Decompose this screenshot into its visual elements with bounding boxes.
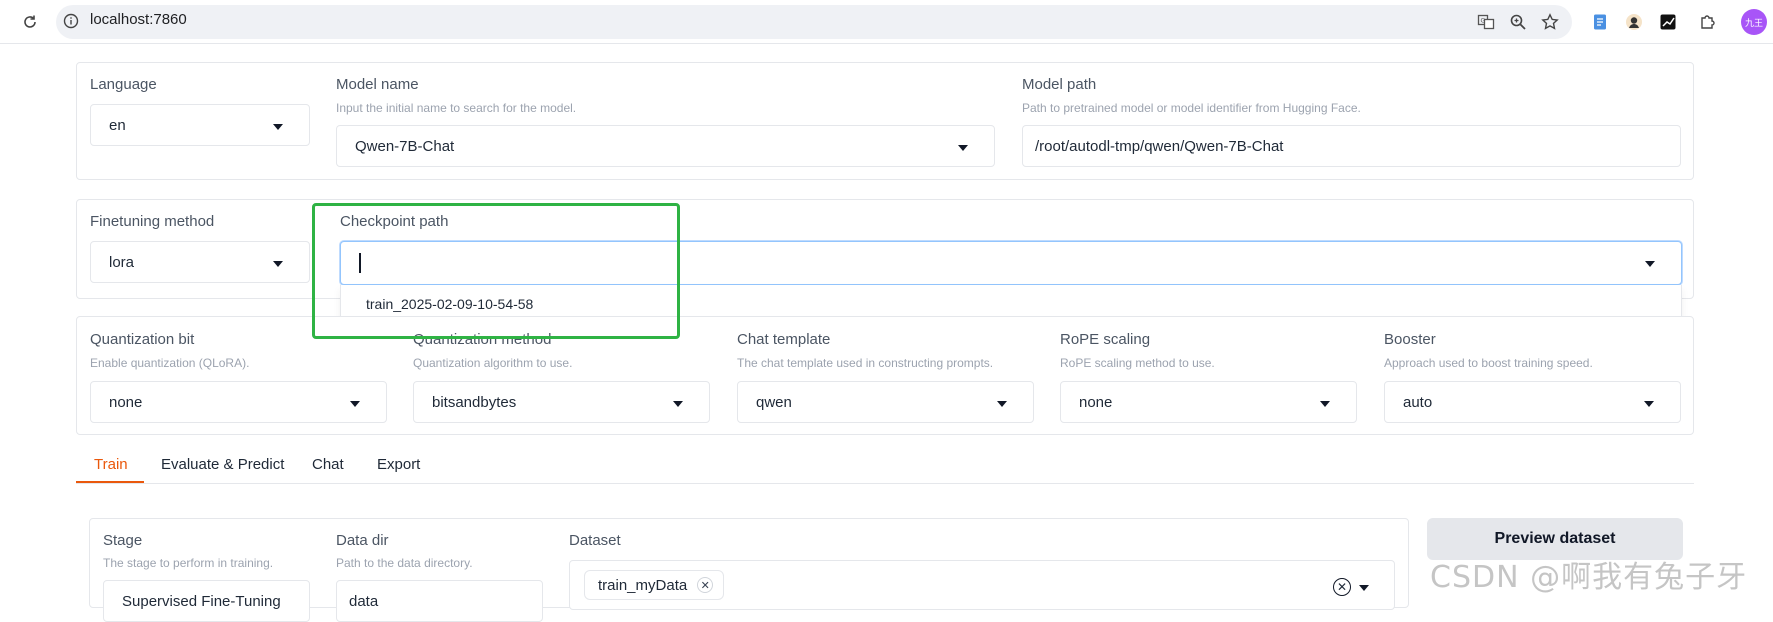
checkpoint-path-label: Checkpoint path <box>340 213 449 230</box>
checkpoint-path-input[interactable] <box>340 241 1682 285</box>
profile-avatar[interactable]: 九王 <box>1741 9 1767 35</box>
active-tab-indicator <box>76 481 144 483</box>
chevron-down-icon[interactable] <box>1359 585 1369 591</box>
model-name-hint: Input the initial name to search for the… <box>336 101 577 115</box>
language-value: en <box>109 117 126 134</box>
extension-doc-icon[interactable] <box>1588 10 1612 34</box>
booster-value: auto <box>1403 394 1433 411</box>
tab-export[interactable]: Export <box>377 456 420 473</box>
translate-icon[interactable]: G <box>1474 10 1498 34</box>
chevron-down-icon <box>1320 401 1330 407</box>
rope-scaling-select[interactable]: none <box>1060 381 1357 423</box>
language-select[interactable]: en <box>90 104 310 146</box>
finetuning-method-value: lora <box>109 254 135 271</box>
svg-text:G: G <box>1481 18 1486 25</box>
model-name-value: Qwen-7B-Chat <box>355 138 455 155</box>
chat-template-value: qwen <box>756 394 792 411</box>
language-label: Language <box>90 76 157 93</box>
data-dir-value: data <box>349 593 379 610</box>
rope-scaling-value: none <box>1079 394 1113 411</box>
tab-chat[interactable]: Chat <box>312 456 344 473</box>
chevron-down-icon <box>997 401 1007 407</box>
chat-template-select[interactable]: qwen <box>737 381 1034 423</box>
stage-value: Supervised Fine-Tuning <box>122 593 281 610</box>
address-bar[interactable] <box>56 5 1572 39</box>
main-tabs: Train Evaluate & Predict Chat Export <box>76 448 1694 484</box>
extensions-puzzle-icon[interactable] <box>1696 10 1720 34</box>
tab-train[interactable]: Train <box>94 456 128 473</box>
data-dir-input[interactable]: data <box>336 580 543 622</box>
booster-label: Booster <box>1384 331 1436 348</box>
model-path-value: /root/autodl-tmp/qwen/Qwen-7B-Chat <box>1035 138 1284 155</box>
zoom-icon[interactable] <box>1506 10 1530 34</box>
rope-scaling-label: RoPE scaling <box>1060 331 1151 348</box>
finetuning-method-select[interactable]: lora <box>90 241 310 283</box>
model-path-input[interactable]: /root/autodl-tmp/qwen/Qwen-7B-Chat <box>1022 125 1681 167</box>
dataset-chip: train_myData ✕ <box>584 570 725 600</box>
stage-hint: The stage to perform in training. <box>103 556 274 570</box>
reload-icon[interactable] <box>18 10 42 34</box>
quantization-method-label: Quantization method <box>413 331 552 348</box>
finetuning-method-label: Finetuning method <box>90 213 215 230</box>
extension-avatar-icon[interactable] <box>1622 10 1646 34</box>
chevron-down-icon <box>1644 401 1654 407</box>
dataset-label: Dataset <box>569 532 621 549</box>
stage-label: Stage <box>103 532 143 549</box>
quantization-method-select[interactable]: bitsandbytes <box>413 381 710 423</box>
tab-evaluate-predict[interactable]: Evaluate & Predict <box>161 456 284 473</box>
model-path-label: Model path <box>1022 76 1097 93</box>
quantization-method-hint: Quantization algorithm to use. <box>413 356 573 370</box>
booster-hint: Approach used to boost training speed. <box>1384 356 1593 370</box>
chevron-down-icon <box>958 145 968 151</box>
model-path-hint: Path to pretrained model or model identi… <box>1022 101 1361 115</box>
data-dir-hint: Path to the data directory. <box>336 556 473 570</box>
site-info-icon[interactable] <box>62 12 80 30</box>
remove-chip-icon[interactable]: ✕ <box>697 577 714 593</box>
bookmark-star-icon[interactable] <box>1538 10 1562 34</box>
browser-toolbar: localhost:7860 G 九王 <box>0 0 1773 44</box>
quantization-bit-hint: Enable quantization (QLoRA). <box>90 356 250 370</box>
chat-template-label: Chat template <box>737 331 831 348</box>
watermark-text: CSDN @啊我有兔子牙 <box>1430 560 1748 595</box>
chevron-down-icon <box>273 124 283 130</box>
data-dir-label: Data dir <box>336 532 389 549</box>
text-cursor <box>359 253 361 273</box>
dataset-chip-label: train_myData <box>598 576 688 594</box>
chevron-down-icon <box>273 261 283 267</box>
url-text[interactable]: localhost:7860 <box>90 11 187 28</box>
stage-select[interactable]: Supervised Fine-Tuning <box>103 580 310 622</box>
chevron-down-icon <box>673 401 683 407</box>
extension-chart-icon[interactable] <box>1656 10 1680 34</box>
quantization-bit-value: none <box>109 394 143 411</box>
quantization-method-value: bitsandbytes <box>432 394 517 411</box>
chevron-down-icon <box>350 401 360 407</box>
rope-scaling-hint: RoPE scaling method to use. <box>1060 356 1215 370</box>
checkpoint-option[interactable]: train_2025-02-09-10-54-58 <box>366 296 533 312</box>
quantization-bit-label: Quantization bit <box>90 331 195 348</box>
clear-selection-icon[interactable]: ✕ <box>1333 578 1351 596</box>
model-name-label: Model name <box>336 76 419 93</box>
chevron-down-icon <box>1645 261 1655 267</box>
chat-template-hint: The chat template used in constructing p… <box>737 356 994 370</box>
model-name-select[interactable]: Qwen-7B-Chat <box>336 125 995 167</box>
quantization-bit-select[interactable]: none <box>90 381 387 423</box>
booster-select[interactable]: auto <box>1384 381 1681 423</box>
